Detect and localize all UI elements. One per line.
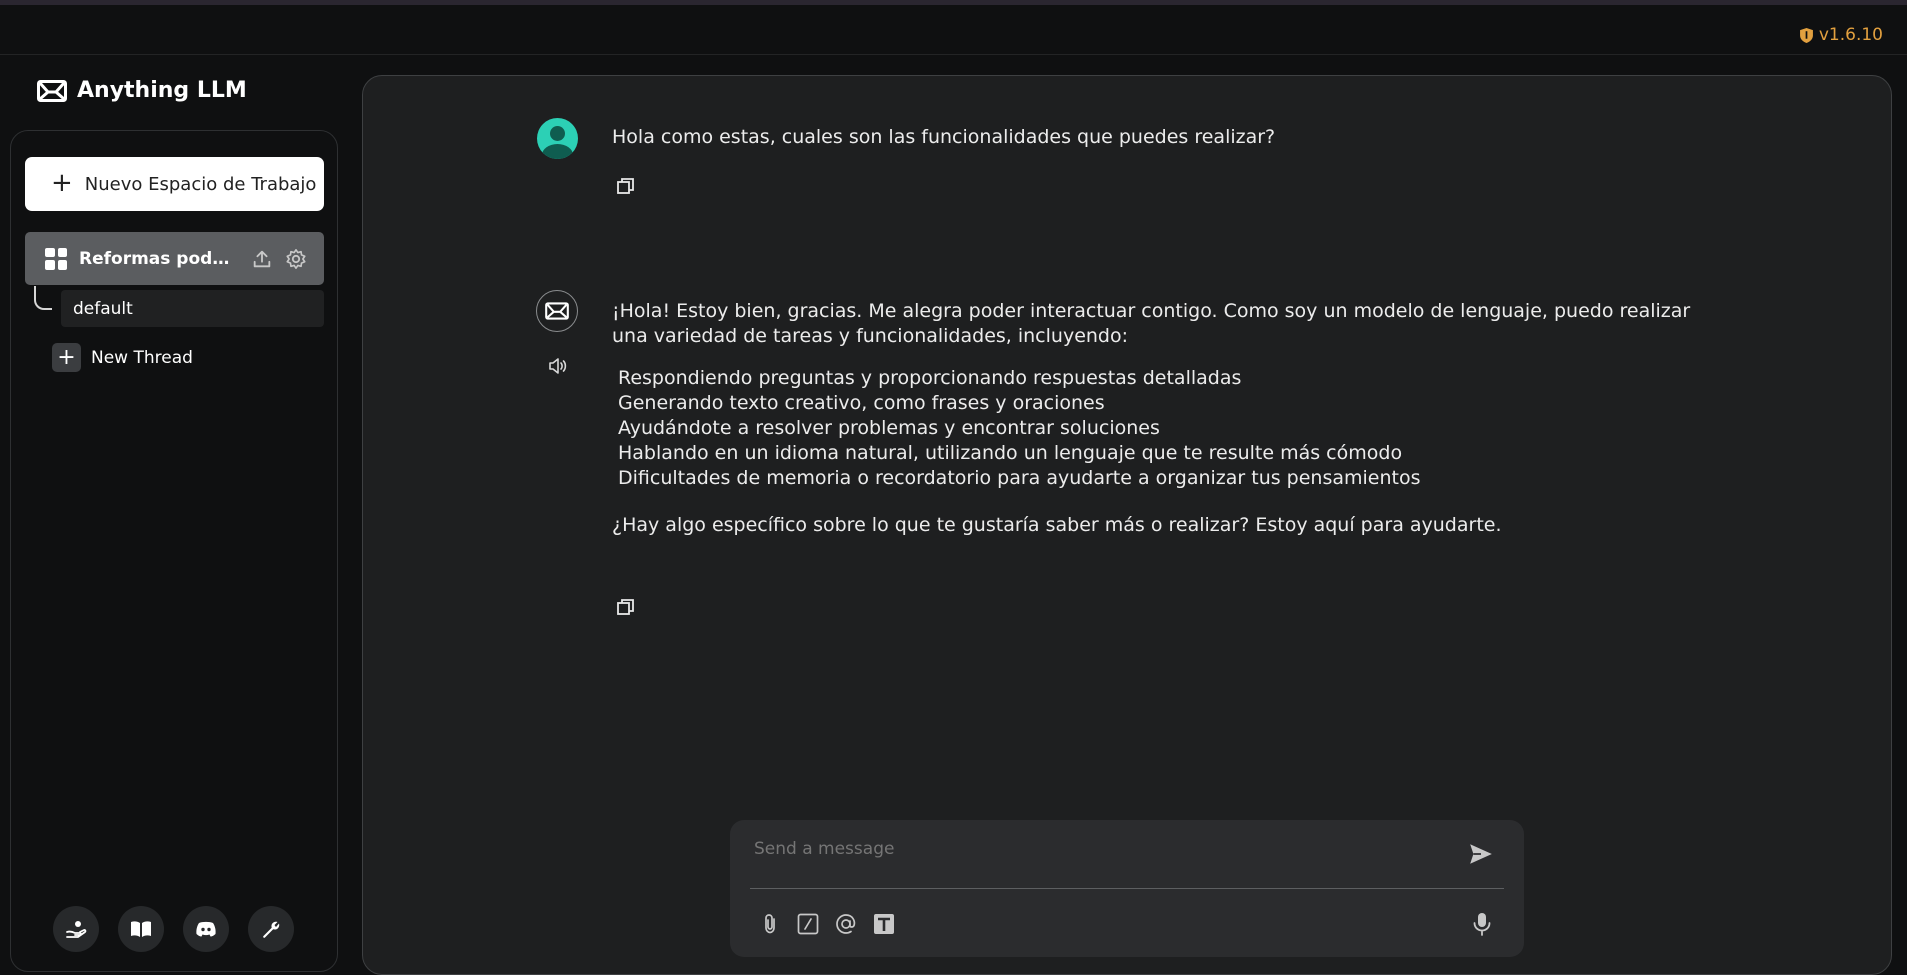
composer-toolbar <box>758 912 896 936</box>
copy-icon[interactable] <box>616 176 636 196</box>
version-text: v1.6.10 <box>1818 25 1883 45</box>
new-workspace-label: Nuevo Espacio de Trabajo <box>84 173 317 195</box>
thread-item-default[interactable]: default <box>61 290 324 327</box>
new-thread-label: New Thread <box>91 347 193 368</box>
new-workspace-button[interactable]: + Nuevo Espacio de Trabajo <box>25 157 324 211</box>
user-message: Hola como estas, cuales son las funciona… <box>612 126 1276 148</box>
assistant-message: ¡Hola! Estoy bien, gracias. Me alegra po… <box>612 299 1722 538</box>
app-name: Anything LLM <box>77 78 247 103</box>
thread-connector-line <box>34 286 52 310</box>
list-item: Dificultades de memoria o recordatorio p… <box>618 467 1421 489</box>
message-composer <box>730 820 1524 957</box>
discord-button[interactable] <box>183 906 229 952</box>
docs-button[interactable] <box>118 906 164 952</box>
top-bar: v1.6.10 <box>0 5 1907 55</box>
list-item: Ayudándote a resolver problemas y encont… <box>618 417 1160 439</box>
speaker-icon[interactable] <box>548 356 568 376</box>
assistant-outro: ¿Hay algo específico sobre lo que te gus… <box>612 514 1502 536</box>
assistant-list: Respondiendo preguntas y proporcionando … <box>618 366 1722 491</box>
user-avatar <box>537 118 578 159</box>
settings-button[interactable] <box>248 906 294 952</box>
microphone-icon[interactable] <box>1470 911 1494 937</box>
community-hub-button[interactable] <box>53 906 99 952</box>
list-item: Respondiendo preguntas y proporcionando … <box>618 367 1242 389</box>
plus-icon: + <box>52 343 81 372</box>
discord-icon <box>196 921 216 937</box>
docs-book-icon <box>131 921 151 937</box>
slash-command-icon[interactable] <box>796 912 820 936</box>
text-size-icon[interactable] <box>872 912 896 936</box>
composer-divider <box>750 888 1504 889</box>
upload-icon[interactable] <box>251 248 273 270</box>
at-mention-icon[interactable] <box>834 912 858 936</box>
assistant-intro: ¡Hola! Estoy bien, gracias. Me alegra po… <box>612 300 1691 347</box>
plus-icon: + <box>51 168 73 198</box>
new-thread-button[interactable]: + New Thread <box>52 343 193 372</box>
anything-llm-logo-icon <box>37 79 67 102</box>
message-input[interactable] <box>752 838 1456 860</box>
version-badge[interactable]: v1.6.10 <box>1799 25 1883 45</box>
sidebar-footer <box>53 906 294 952</box>
sidebar-item-workspace[interactable]: Reformas poder j... <box>25 232 324 285</box>
workspace-name: Reformas poder j... <box>79 248 239 269</box>
thread-label: default <box>73 298 133 319</box>
gear-icon[interactable] <box>285 248 307 270</box>
list-item: Hablando en un idioma natural, utilizand… <box>618 442 1403 464</box>
copy-icon[interactable] <box>616 597 636 617</box>
workspace-grid-icon <box>45 247 67 270</box>
anything-llm-logo-icon <box>545 302 569 320</box>
shield-icon <box>1799 27 1813 43</box>
assistant-avatar <box>536 290 578 332</box>
app-logo[interactable]: Anything LLM <box>37 78 247 103</box>
send-icon[interactable] <box>1468 841 1494 867</box>
list-item: Generando texto creativo, como frases y … <box>618 392 1105 414</box>
settings-wrench-icon <box>263 921 280 938</box>
community-hub-icon <box>66 921 87 938</box>
paperclip-icon[interactable] <box>758 912 782 936</box>
